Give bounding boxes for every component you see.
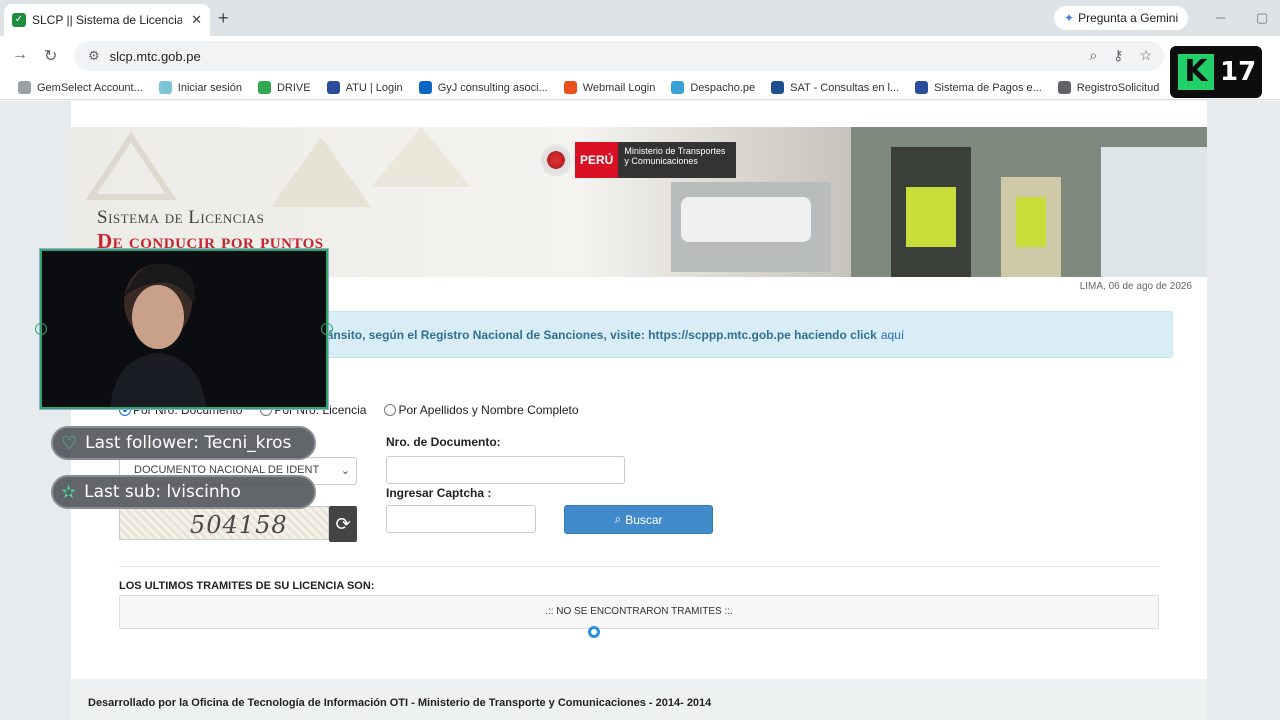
bookmark-label: DRIVE: [276, 81, 311, 94]
last-sub-text: Last sub: lviscinho: [84, 482, 241, 502]
gemini-icon: ✦: [1064, 11, 1075, 25]
chevron-down-icon: ⌄: [340, 465, 350, 477]
bookmark-item[interactable]: ATU | Login: [326, 81, 403, 94]
bookmark-favicon-icon: [418, 81, 432, 94]
captcha-input[interactable]: [386, 505, 536, 533]
tramites-empty-message: .:: NO SE ENCONTRARON TRAMITES ::.: [119, 595, 1159, 629]
tab-strip: ✓ SLCP || Sistema de Licencias de ✕ + ✦ …: [0, 0, 1280, 36]
site-info-icon[interactable]: ⚙: [88, 48, 100, 64]
ministry-label: Ministerio de Transportes y Comunicacion…: [618, 142, 737, 178]
camera-corner-icon: ›: [321, 323, 333, 335]
bookmark-item[interactable]: SAT - Consultas en l...: [771, 81, 899, 94]
coat-of-arms-icon: [541, 144, 571, 176]
radio-nombre-label: Por Apellidos y Nombre Completo: [398, 403, 579, 417]
system-title-line1: Sistema de Licencias: [97, 207, 265, 228]
bookmark-label: Despacho.pe: [690, 81, 756, 94]
last-sub-pill: ✫ Last sub: lviscinho: [51, 475, 316, 509]
bookmark-favicon-icon: [158, 81, 172, 94]
streamer-silhouette: [110, 263, 206, 407]
bookmark-favicon-icon: [257, 81, 271, 94]
bookmark-star-icon[interactable]: ☆: [1139, 47, 1152, 64]
bookmark-label: ATU | Login: [345, 81, 403, 94]
search-button-label: Buscar: [625, 512, 663, 527]
info-link[interactable]: aquí: [881, 328, 904, 342]
close-tab-icon[interactable]: ✕: [191, 12, 202, 28]
bookmark-favicon-icon: [1057, 81, 1071, 94]
bookmark-item[interactable]: RegistroSolicitud: [1057, 81, 1160, 94]
search-icon: ⌕: [614, 512, 622, 526]
webcam-overlay: ‹ ›: [35, 249, 333, 409]
bookmark-item[interactable]: Despacho.pe: [671, 81, 755, 94]
camera-corner-icon: ‹: [35, 323, 47, 335]
browser-tab[interactable]: ✓ SLCP || Sistema de Licencias de ✕: [4, 4, 210, 36]
bookmark-item[interactable]: GyJ consulting asoci...: [418, 81, 548, 94]
gemini-button[interactable]: ✦ Pregunta a Gemini: [1054, 6, 1189, 30]
site-footer: Desarrollado por la Oficina de Tecnologí…: [71, 679, 1207, 720]
loading-spinner-icon: [588, 626, 600, 638]
divider: [119, 566, 1159, 567]
star-icon: ✫: [61, 481, 77, 503]
shield-icon: ✓: [12, 13, 26, 27]
bookmark-item[interactable]: Webmail Login: [563, 81, 656, 94]
badge-letter: K: [1178, 54, 1214, 90]
last-follower-pill: ♡ Last follower: Tecni_kros: [51, 426, 316, 460]
captcha-image: 504158: [119, 506, 329, 540]
system-title: Sistema de Licencias De conducir por pun…: [97, 207, 324, 254]
bookmark-favicon-icon: [563, 81, 577, 94]
bookmark-favicon-icon: [326, 81, 340, 94]
site-content: PERÚ Ministerio de Transportes y Comunic…: [71, 101, 1207, 720]
bookmark-label: GemSelect Account...: [37, 81, 143, 94]
captcha-code: 504158: [190, 511, 288, 539]
bookmark-favicon-icon: [771, 81, 785, 94]
radio-nombre[interactable]: Por Apellidos y Nombre Completo: [384, 403, 579, 417]
bookmark-item[interactable]: Iniciar sesión: [158, 81, 242, 94]
key-icon[interactable]: ⚷: [1113, 47, 1123, 64]
page-viewport: PERÚ Ministerio de Transportes y Comunic…: [0, 101, 1280, 720]
bookmark-item[interactable]: DRIVE: [257, 81, 311, 94]
url-text: slcp.mtc.gob.pe: [109, 48, 201, 64]
tab-title: SLCP || Sistema de Licencias de: [32, 13, 182, 27]
reload-icon[interactable]: ↻: [44, 46, 57, 66]
stream-badge: K 17: [1170, 46, 1262, 98]
bookmark-label: SAT - Consultas en l...: [790, 81, 900, 94]
address-bar[interactable]: ⚙ slcp.mtc.gob.pe ⌕ ⚷ ☆: [74, 41, 1164, 71]
refresh-captcha-icon[interactable]: ⟳: [329, 506, 357, 542]
gemini-label: Pregunta a Gemini: [1078, 11, 1179, 25]
bookmarks-bar: GemSelect Account... Iniciar sesión DRIVE A…: [0, 76, 1280, 100]
radio-nombre-dot[interactable]: [384, 404, 397, 416]
bookmark-label: Sistema de Pagos e...: [934, 81, 1042, 94]
government-logo: PERÚ Ministerio de Transportes y Comunic…: [541, 142, 737, 178]
browser-toolbar: → ↻ ⚙ slcp.mtc.gob.pe ⌕ ⚷ ☆: [0, 36, 1280, 76]
tramites-heading: LOS ULTIMOS TRAMITES DE SU LICENCIA SON:: [119, 580, 375, 592]
new-tab-button[interactable]: +: [218, 8, 229, 29]
bookmark-item[interactable]: GemSelect Account...: [18, 81, 143, 94]
bookmark-label: Iniciar sesión: [177, 81, 242, 94]
current-date: LIMA, 06 de ago de 2026: [1079, 281, 1192, 292]
badge-number: 17: [1220, 57, 1257, 87]
captcha-label: Ingresar Captcha :: [386, 486, 492, 500]
bookmark-label: GyJ consulting asoci...: [437, 81, 548, 94]
bookmark-label: Webmail Login: [582, 81, 656, 94]
peru-label: PERÚ: [575, 142, 619, 178]
maximize-icon[interactable]: ▢: [1256, 10, 1268, 26]
search-button[interactable]: ⌕ Buscar: [564, 505, 713, 534]
forward-icon[interactable]: →: [12, 46, 28, 64]
bookmark-favicon-icon: [671, 81, 685, 94]
heart-icon: ♡: [61, 432, 78, 454]
bookmark-favicon-icon: [915, 81, 929, 94]
last-follower-text: Last follower: Tecni_kros: [85, 433, 292, 453]
doc-number-label: Nro. de Documento:: [386, 435, 501, 449]
minimize-icon[interactable]: ─: [1216, 10, 1225, 25]
bookmark-item[interactable]: Sistema de Pagos e...: [915, 81, 1042, 94]
bookmark-favicon-icon: [18, 81, 31, 94]
doc-number-input[interactable]: [386, 456, 625, 484]
zoom-icon[interactable]: ⌕: [1089, 47, 1097, 64]
bookmark-label: RegistroSolicitud: [1076, 81, 1160, 94]
